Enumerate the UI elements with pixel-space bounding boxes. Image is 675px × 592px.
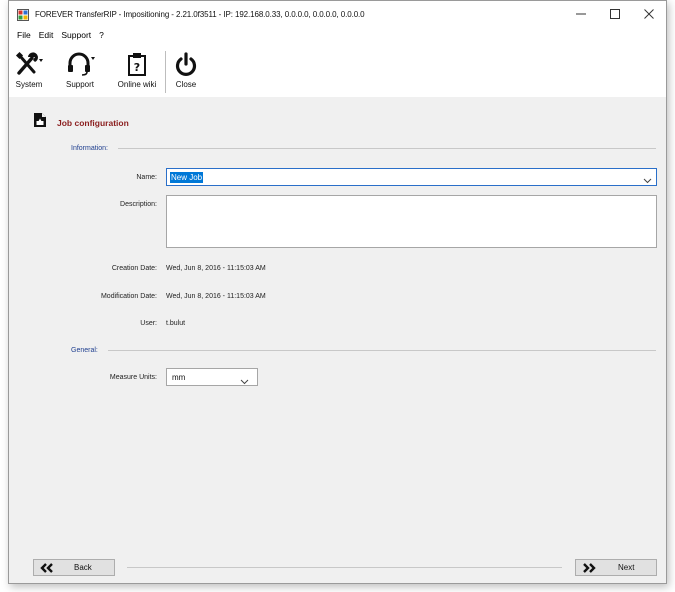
chevron-down-icon[interactable] [643,172,652,190]
close-window-button[interactable] [632,1,666,27]
section-divider [117,148,656,149]
maximize-button[interactable] [598,1,632,27]
minimize-button[interactable] [564,1,598,27]
name-combobox[interactable]: New Job [166,168,657,186]
online-wiki-label: Online wiki [117,80,157,89]
app-window: FOREVER TransferRIP - Impositioning - 2.… [8,0,667,584]
clipboard-question-icon: ? [127,51,147,77]
headset-icon [65,51,95,77]
page-title: Job configuration [57,117,129,128]
window-title: FOREVER TransferRIP - Impositioning - 2.… [35,9,365,19]
system-button[interactable]: System [9,43,49,89]
back-label: Back [74,563,92,572]
back-button[interactable]: Back [33,559,115,576]
measure-units-label: Measure Units: [109,374,157,381]
navigation-divider [127,567,562,568]
system-label: System [15,80,43,89]
user-label: User: [140,320,157,327]
online-wiki-button[interactable]: ? Online wiki [109,43,165,89]
creation-date-value: Wed, Jun 8, 2016 - 11:15:03 AM [166,265,266,272]
menu-support[interactable]: Support [57,30,95,40]
close-label: Close [175,80,197,89]
job-config-icon [33,112,47,133]
tools-icon [14,51,44,77]
toolbar: System Support ? Online wiki Close [9,43,666,97]
creation-date-label: Creation Date: [111,265,157,272]
description-label: Description: [120,201,157,208]
menu-edit[interactable]: Edit [35,30,58,40]
user-value: t.bulut [166,320,186,327]
name-label: Name: [136,174,157,181]
title-bar[interactable]: FOREVER TransferRIP - Impositioning - 2.… [9,1,666,27]
modification-date-value: Wed, Jun 8, 2016 - 11:15:03 AM [166,293,266,300]
menu-help[interactable]: ? [95,30,108,40]
description-textarea[interactable] [166,195,657,248]
name-input[interactable]: New Job [170,171,204,183]
general-section-header: General: [71,347,656,354]
information-section-header: Information: [71,145,656,152]
menu-file[interactable]: File [13,30,35,40]
measure-units-select[interactable]: mm [166,368,258,386]
app-icon [17,8,29,21]
toolbar-separator [165,51,166,93]
menu-bar: File Edit Support ? [9,27,666,43]
section-divider [107,350,656,351]
page-header: Job configuration [33,112,129,133]
svg-text:?: ? [134,61,140,74]
support-button[interactable]: Support [57,43,103,89]
modification-date-label: Modification Date: [100,293,157,300]
general-section-label: General: [71,347,98,354]
double-chevron-left-icon [40,562,54,573]
information-section-label: Information: [71,145,108,152]
power-icon [173,51,199,77]
chevron-down-icon[interactable] [240,373,249,391]
measure-units-value: mm [172,372,186,382]
close-button[interactable]: Close [168,43,204,89]
next-label: Next [618,563,635,572]
support-label: Support [65,80,95,89]
job-configuration-panel: Job configuration Information: Name: New… [9,97,666,583]
double-chevron-right-icon [582,562,596,573]
next-button[interactable]: Next [575,559,657,576]
